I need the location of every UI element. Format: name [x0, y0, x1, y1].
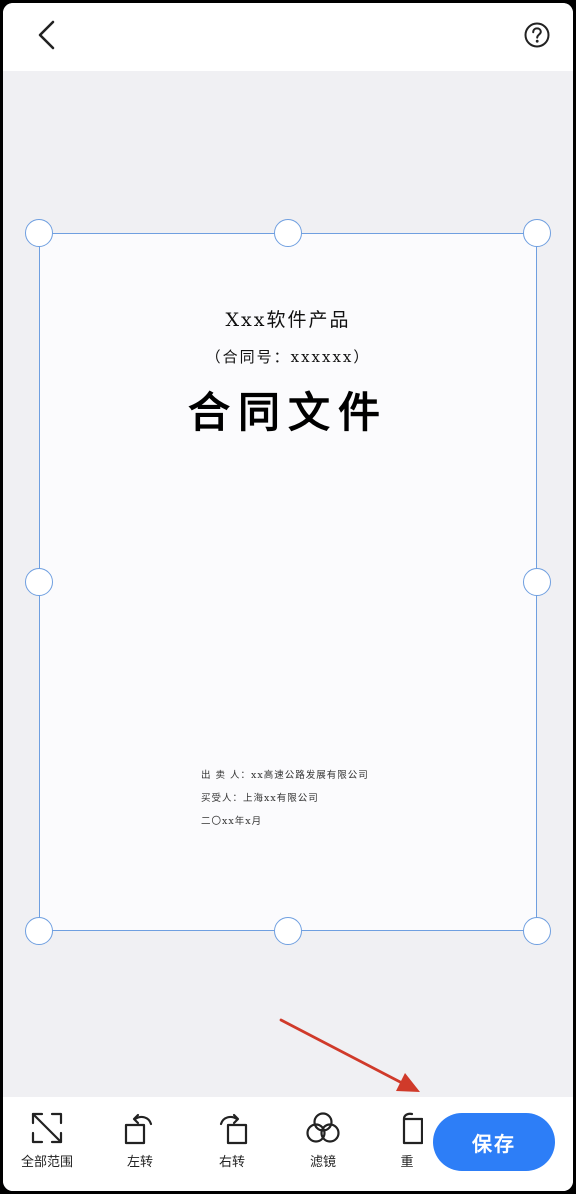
rotate-left-button[interactable]: 左转 [100, 1111, 180, 1181]
filter-label: 滤镜 [309, 1155, 336, 1170]
crop-frame[interactable] [39, 233, 537, 931]
crop-handle-bottom-left[interactable] [25, 917, 53, 945]
full-range-button[interactable]: 全部范围 [7, 1111, 87, 1181]
save-button[interactable]: 保存 [433, 1113, 555, 1171]
filter-button[interactable]: 滤镜 [283, 1111, 363, 1181]
question-circle-icon [524, 22, 550, 48]
back-button[interactable] [27, 13, 67, 57]
crop-handle-top[interactable] [274, 219, 302, 247]
screen: Xxx软件产品 （合同号：xxxxxx） 合同文件 出 卖 人：xx高速公路发展… [3, 3, 573, 1191]
rotate-right-button[interactable]: 右转 [192, 1111, 272, 1181]
full-range-label: 全部范围 [20, 1155, 73, 1170]
crop-handle-right[interactable] [523, 568, 551, 596]
crop-handle-top-left[interactable] [25, 219, 53, 247]
rotate-right-label: 右转 [218, 1155, 245, 1170]
crop-handle-left[interactable] [25, 568, 53, 596]
top-bar [3, 3, 573, 71]
rotate-right-icon [219, 1113, 248, 1145]
reshoot-tool-inner: 重 [383, 1111, 423, 1181]
rotate-left-label: 左转 [126, 1155, 153, 1170]
help-button[interactable] [519, 17, 555, 53]
crop-workspace[interactable]: Xxx软件产品 （合同号：xxxxxx） 合同文件 出 卖 人：xx高速公路发展… [3, 71, 573, 1097]
rotate-left-icon [124, 1113, 153, 1145]
crop-handle-top-right[interactable] [523, 219, 551, 247]
filter-icon [306, 1112, 340, 1143]
reshoot-icon [402, 1112, 423, 1145]
crop-handle-bottom[interactable] [274, 917, 302, 945]
reshoot-button[interactable]: 重 [383, 1111, 423, 1181]
reshoot-label: 重 [400, 1155, 414, 1170]
expand-corners-icon [31, 1112, 63, 1144]
chevron-left-icon [38, 20, 55, 50]
crop-handle-bottom-right[interactable] [523, 917, 551, 945]
bottom-toolbar: 全部范围 左转 右转 滤镜 重 保存 [3, 1097, 573, 1191]
